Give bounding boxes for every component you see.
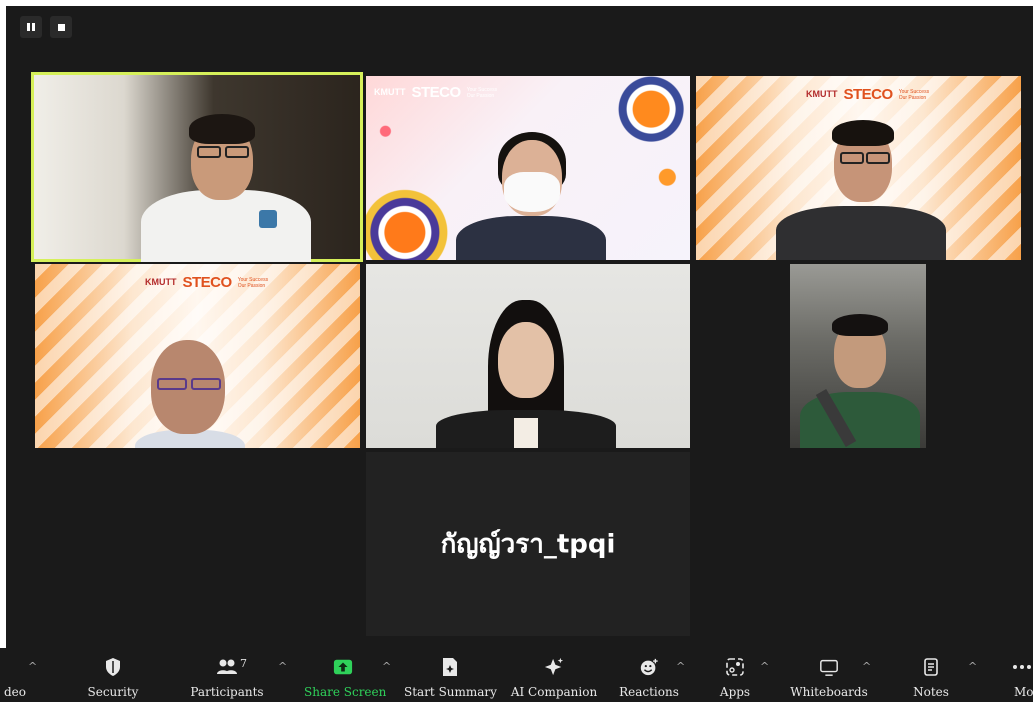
- start-summary-button[interactable]: Start Summary: [404, 648, 497, 702]
- video-options-caret[interactable]: ^: [28, 660, 37, 673]
- summary-icon: [440, 657, 460, 677]
- whiteboards-button[interactable]: ^ Whiteboards: [786, 648, 872, 702]
- participants-button[interactable]: 7 ^ Participants: [186, 648, 287, 702]
- pause-recording-button[interactable]: [20, 16, 42, 38]
- stop-icon: [57, 23, 65, 31]
- participant-video: [800, 314, 920, 448]
- participant-video: [141, 102, 311, 262]
- notes-button[interactable]: ^ Notes: [906, 648, 977, 702]
- video-tile[interactable]: [790, 264, 926, 448]
- participants-options-caret[interactable]: ^: [278, 660, 287, 673]
- video-button[interactable]: ^ deo: [0, 648, 40, 702]
- stop-recording-button[interactable]: [50, 16, 72, 38]
- more-button[interactable]: Mo: [1008, 648, 1033, 702]
- more-dots-icon: [1012, 657, 1032, 677]
- whiteboards-options-caret[interactable]: ^: [862, 660, 871, 673]
- share-screen-button[interactable]: ^ Share Screen: [304, 648, 391, 702]
- whiteboard-icon: [819, 657, 839, 677]
- apps-button[interactable]: ^ Apps: [710, 648, 769, 702]
- participant-video: [446, 126, 616, 260]
- video-tile-camera-off[interactable]: กัญญ์วรา_tpqi: [366, 452, 690, 636]
- share-options-caret[interactable]: ^: [382, 660, 391, 673]
- meeting-window: KMUTT STECO Your Success Our Passion KMU…: [6, 6, 1033, 702]
- notes-icon: [921, 657, 941, 677]
- participant-video: [125, 334, 255, 448]
- share-screen-icon: [333, 657, 353, 677]
- pause-icon: [27, 23, 35, 31]
- participant-video: [766, 114, 956, 260]
- steco-logo: KMUTT STECO Your Success Our Passion: [145, 274, 269, 291]
- video-tile[interactable]: KMUTT STECO Your Success Our Passion: [366, 76, 690, 260]
- participant-video: [426, 300, 626, 448]
- steco-logo: KMUTT STECO Your Success Our Passion: [374, 84, 498, 101]
- apps-icon: [725, 657, 745, 677]
- participant-name: กัญญ์วรา_tpqi: [440, 529, 616, 560]
- shield-icon: [103, 657, 123, 677]
- video-tile[interactable]: [366, 264, 690, 448]
- reactions-options-caret[interactable]: ^: [676, 660, 685, 673]
- video-tile-active-speaker[interactable]: [31, 72, 363, 262]
- notes-options-caret[interactable]: ^: [968, 660, 977, 673]
- security-button[interactable]: Security: [82, 648, 144, 702]
- meeting-toolbar: ^ deo Security 7 ^ Participants ^ Share …: [0, 648, 1033, 702]
- sparkle-icon: [544, 657, 564, 677]
- apps-options-caret[interactable]: ^: [760, 660, 769, 673]
- video-tile[interactable]: KMUTT STECO Your Success Our Passion: [696, 76, 1021, 260]
- recording-controls: [20, 16, 72, 38]
- people-icon: 7: [212, 657, 247, 677]
- video-tile[interactable]: KMUTT STECO Your Success Our Passion: [35, 264, 360, 448]
- reactions-button[interactable]: ^ Reactions: [614, 648, 685, 702]
- steco-logo: KMUTT STECO Your Success Our Passion: [806, 86, 930, 103]
- ai-companion-button[interactable]: AI Companion: [508, 648, 600, 702]
- smiley-icon: [639, 657, 659, 677]
- participant-count: 7: [240, 657, 247, 670]
